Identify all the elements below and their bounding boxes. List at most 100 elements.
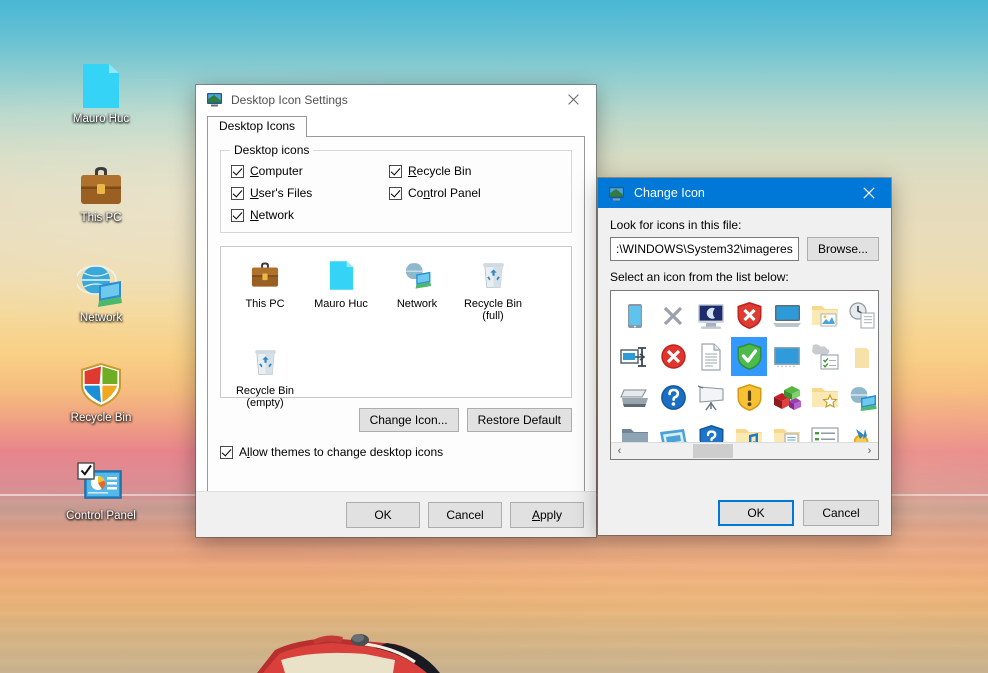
file-path-input[interactable]: [610, 237, 799, 261]
icon-cell-network-globe[interactable]: [845, 378, 879, 417]
checkbox-recycle-bin[interactable]: Recycle Bin: [389, 165, 561, 178]
checkbox-box[interactable]: [389, 165, 402, 178]
icon-cell-tablet[interactable]: [617, 296, 653, 335]
icon-cell-clock-documents[interactable]: [845, 296, 879, 335]
icon-cell-tasks-checklist[interactable]: [807, 337, 843, 376]
checkbox-box[interactable]: [220, 446, 233, 459]
desktop-icon-network[interactable]: Network: [55, 257, 147, 325]
icon-cell-monitor-moon[interactable]: [693, 296, 729, 335]
scrollbar-track[interactable]: [628, 443, 861, 459]
icon-list-horizontal-scrollbar[interactable]: ‹ ›: [611, 442, 878, 459]
checkbox-box[interactable]: [231, 209, 244, 222]
apply-button[interactable]: Apply: [510, 502, 584, 528]
checkbox-users-files[interactable]: User's Files: [231, 187, 389, 200]
restore-default-button[interactable]: Restore Default: [467, 408, 572, 432]
icon-cell-monitor-blue[interactable]: [769, 296, 805, 335]
scroll-left-arrow-icon[interactable]: ‹: [611, 443, 628, 459]
desktop-icon-label: Mauro Huc: [55, 113, 147, 126]
checkbox-box[interactable]: [231, 187, 244, 200]
icon-cell-presentation-board[interactable]: [693, 378, 729, 417]
button-label: OK: [747, 506, 764, 520]
change-icon-button[interactable]: Change Icon...: [359, 408, 459, 432]
icon-cell-document-lines[interactable]: [693, 337, 729, 376]
icon-preview-box: This PC Mauro Huc: [220, 246, 572, 398]
desktop-icon-label: Control Panel: [55, 510, 147, 523]
dialog-title: Desktop Icon Settings: [231, 93, 550, 107]
recycle-bin-icon: [227, 342, 303, 382]
tab-panel: Desktop icons Computer Recycle Bin User'…: [207, 137, 585, 495]
icon-cell-folder-star[interactable]: [807, 378, 843, 417]
button-label: Apply: [532, 508, 562, 522]
icon-cell-blocks-colored[interactable]: [769, 378, 805, 417]
checkbox-box[interactable]: [231, 165, 244, 178]
icon-cell-shield-yellow-warning[interactable]: [731, 378, 767, 417]
desktop-icon-label: This PC: [55, 212, 147, 225]
icon-cell-error-red-x[interactable]: [655, 337, 691, 376]
icon-cell-scanner[interactable]: [617, 378, 653, 417]
dialog-body: Desktop Icons Desktop icons Computer Rec…: [196, 115, 596, 495]
checkbox-label: Network: [250, 209, 294, 222]
tab-strip: Desktop Icons: [207, 115, 585, 137]
preview-item-recycle-bin-full[interactable]: Recycle Bin (full): [455, 255, 531, 322]
desktop-icon-this-pc[interactable]: This PC: [55, 157, 147, 225]
preview-item-label: Recycle Bin (empty): [227, 385, 303, 409]
preview-item-recycle-bin-empty[interactable]: Recycle Bin (empty): [227, 342, 303, 409]
icon-cell-help-blue-question[interactable]: [655, 378, 691, 417]
desktop-icons-groupbox: Desktop icons Computer Recycle Bin User'…: [220, 150, 572, 233]
preview-item-network[interactable]: Network: [379, 255, 455, 322]
icon-cell-folder-tan-partial[interactable]: [845, 337, 879, 376]
desktop-icon-label: Network: [55, 312, 147, 325]
icon-cell-x-mark[interactable]: [655, 296, 691, 335]
desktop-icon-mauro-huc[interactable]: Mauro Huc: [55, 58, 147, 126]
preview-item-label: Recycle Bin (full): [455, 298, 531, 322]
dialog-body: Look for icons in this file: Browse... S…: [598, 208, 891, 460]
checkbox-network[interactable]: Network: [231, 209, 389, 222]
browse-button[interactable]: Browse...: [807, 237, 879, 261]
icon-cell-shield-green-check[interactable]: [731, 337, 767, 376]
tab-desktop-icons[interactable]: Desktop Icons: [207, 116, 307, 137]
icon-cell-monitor-resize[interactable]: [617, 337, 653, 376]
control-panel-icon: [55, 455, 147, 507]
icon-grid: [611, 291, 878, 460]
cancel-button[interactable]: Cancel: [803, 500, 879, 526]
checkbox-control-panel[interactable]: Control Panel: [389, 187, 561, 200]
checkbox-allow-themes[interactable]: Allow themes to change desktop icons: [220, 446, 572, 459]
dialog-footer: OK Cancel Apply: [196, 491, 596, 537]
file-path-label: Look for icons in this file:: [610, 218, 879, 232]
preview-item-this-pc[interactable]: This PC: [227, 255, 303, 322]
ok-button[interactable]: OK: [346, 502, 420, 528]
dialog-titlebar: Change Icon: [598, 178, 891, 208]
close-icon[interactable]: [847, 178, 891, 208]
close-icon[interactable]: [550, 85, 596, 115]
ok-button[interactable]: OK: [718, 500, 794, 526]
recycle-bin-icon: [455, 255, 531, 295]
preview-item-mauro-huc[interactable]: Mauro Huc: [303, 255, 379, 322]
checkbox-label: Control Panel: [408, 187, 481, 200]
scrollbar-thumb[interactable]: [693, 444, 733, 458]
dialog-titlebar: Desktop Icon Settings: [196, 85, 596, 115]
checkbox-computer[interactable]: Computer: [231, 165, 389, 178]
icon-cell-folder-picture[interactable]: [807, 296, 843, 335]
desktop-icon-control-panel[interactable]: Control Panel: [55, 455, 147, 523]
icon-list[interactable]: ‹ ›: [610, 290, 879, 460]
monitor-icon: [608, 185, 625, 202]
icon-cell-shield-red-x[interactable]: [731, 296, 767, 335]
dialog-title: Change Icon: [634, 186, 847, 200]
checkbox-box[interactable]: [389, 187, 402, 200]
cancel-button[interactable]: Cancel: [428, 502, 502, 528]
button-label: Change Icon...: [370, 413, 448, 427]
icon-cell-screen-blue[interactable]: [769, 337, 805, 376]
file-path-row: Browse...: [610, 237, 879, 261]
preview-item-label: Network: [379, 298, 455, 310]
tab-label: Desktop Icons: [219, 119, 295, 133]
checkbox-label: User's Files: [250, 187, 312, 200]
network-globe-icon: [379, 255, 455, 295]
desktop-icon-recycle-bin[interactable]: Recycle Bin: [55, 357, 147, 425]
button-label: Browse...: [818, 242, 868, 256]
desktop-icon-label: Recycle Bin: [55, 412, 147, 425]
briefcase-icon: [227, 255, 303, 295]
button-label: OK: [374, 508, 391, 522]
folder-cyan-icon: [55, 58, 147, 110]
scroll-right-arrow-icon[interactable]: ›: [861, 443, 878, 459]
checkbox-label: Allow themes to change desktop icons: [239, 446, 443, 459]
